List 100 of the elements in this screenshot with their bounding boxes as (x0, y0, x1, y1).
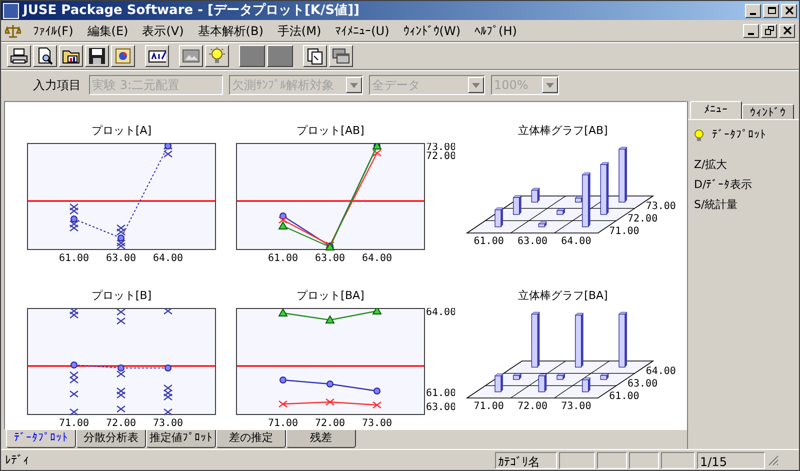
bar (618, 312, 628, 368)
bar (574, 312, 584, 368)
close-button[interactable] (779, 24, 795, 38)
axis-label: 61.00 (268, 253, 298, 264)
toolbar-button[interactable] (145, 45, 169, 67)
axis-label: 73.00 (646, 201, 676, 212)
toolbar-button[interactable] (59, 45, 83, 67)
bar (600, 373, 609, 380)
window-title: JUSE Package Software - [データプロット[K/S値]] (23, 2, 360, 20)
axis-label: 73.00 (561, 401, 592, 412)
tab[interactable]: ﾃﾞｰﾀﾌﾟﾛｯﾄ (6, 430, 76, 448)
windows-icon (332, 47, 350, 65)
data-point (326, 380, 334, 388)
resize-grip-icon[interactable] (767, 454, 779, 466)
axis-label: 61.00 (474, 236, 504, 247)
status-text: ﾚﾃﾞｨ (4, 452, 30, 469)
restore-icon (764, 26, 774, 35)
data-point (372, 308, 382, 314)
menu-item[interactable]: ﾌｧｲﾙ(F) (33, 22, 74, 40)
axis-label: 71.00 (609, 226, 640, 237)
axis-label: 63.00 (106, 253, 136, 264)
dropdown-arrow-icon (472, 82, 480, 88)
chart-title: プロット[A] (90, 124, 153, 138)
chart-title: プロット[AB] (296, 124, 366, 138)
toolbar-button[interactable] (85, 45, 109, 67)
blank-button[interactable] (239, 45, 265, 67)
category-label: ｶﾃｺﾞﾘ名 (495, 452, 557, 468)
close-icon (782, 26, 792, 35)
minimize-button[interactable] (743, 24, 759, 38)
menu-item[interactable]: S/統計量 (694, 196, 738, 214)
axis-label: 64.00 (646, 366, 676, 378)
restore-button[interactable] (761, 24, 777, 38)
data-point (164, 364, 172, 372)
field-label: 入力項目 (33, 77, 81, 94)
axis-label: 71.00 (268, 418, 298, 429)
maximize-button[interactable] (763, 4, 779, 18)
axis-label: 63.00 (314, 253, 346, 264)
axis-label: 73.00 (362, 418, 392, 429)
max-icon (766, 6, 776, 15)
chart-title: 立体棒グラフ[AB] (517, 124, 609, 138)
minimize-icon (750, 12, 756, 14)
toolbar-button[interactable] (7, 45, 31, 67)
picture-icon (182, 47, 200, 65)
toolbar-button[interactable] (329, 45, 353, 67)
bar (538, 374, 547, 392)
toolbar-button[interactable] (179, 45, 203, 67)
chart-title: プロット[B] (90, 289, 153, 303)
bar (512, 195, 522, 215)
menu-item[interactable]: 基本解析(B) (198, 22, 264, 40)
minimize-icon (748, 32, 754, 34)
bar (556, 208, 566, 215)
bar (512, 373, 522, 380)
bar (600, 162, 609, 215)
menu-item[interactable]: 編集(E) (87, 22, 128, 40)
tab[interactable]: 分散分析表 (76, 430, 146, 448)
menu-item[interactable]: ﾃﾞｰﾀﾌﾟﾛｯﾄ (712, 126, 766, 144)
series-label: 61.00 (426, 388, 455, 399)
light-bulb-icon (694, 129, 704, 141)
axis-label: 72.00 (106, 418, 136, 429)
tab[interactable]: ﾒﾆｭｰ (690, 101, 742, 119)
menu-item[interactable]: D/ﾃﾞｰﾀ表示 (694, 176, 752, 194)
axis-label: 64.00 (561, 236, 592, 247)
toolbar-button[interactable] (111, 45, 135, 67)
status-panel (559, 452, 595, 468)
data-point (163, 308, 173, 315)
tab[interactable]: ｳｨﾝﾄﾞｳ (742, 104, 794, 119)
toolbar-button[interactable] (303, 45, 327, 67)
data-point (278, 221, 288, 230)
menu-item[interactable]: 手法(M) (277, 22, 322, 40)
bar (556, 373, 566, 380)
bar (531, 188, 540, 203)
menu-item[interactable]: ﾏｲﾒﾆｭｰ(U) (335, 22, 390, 40)
blank-button[interactable] (267, 45, 293, 67)
data-point (374, 388, 380, 394)
toolbar-button[interactable] (33, 45, 57, 67)
tab[interactable]: 推定値ﾌﾟﾛｯﾄ (146, 430, 216, 448)
bar (494, 374, 504, 392)
scale-icon[interactable] (5, 24, 21, 38)
preview-icon (36, 47, 54, 65)
chart-title: プロット[BA] (296, 289, 366, 303)
axis-label: 64.00 (362, 253, 392, 264)
menu-item[interactable]: ﾍﾙﾌﾟ(H) (474, 22, 517, 40)
status-panel (629, 452, 659, 468)
minimize-button[interactable] (745, 4, 761, 18)
data-point (163, 408, 173, 416)
tab[interactable]: 差の推定 (216, 430, 286, 448)
data-point (69, 390, 79, 398)
toolbar-button[interactable] (205, 45, 229, 67)
menu-item[interactable]: Z/拡大 (694, 156, 728, 174)
data-point (325, 315, 335, 324)
menu-item[interactable]: 表示(V) (142, 22, 184, 40)
tab[interactable]: 残差 (286, 430, 356, 448)
bar (538, 222, 547, 228)
chart-icon (114, 47, 132, 65)
bar (618, 146, 628, 203)
bar (494, 208, 504, 228)
close-button[interactable] (781, 4, 797, 18)
axis-label: 63.00 (628, 378, 658, 390)
axis-label: 73.00 (152, 418, 184, 429)
menu-item[interactable]: ｳｨﾝﾄﾞｳ(W) (403, 22, 461, 40)
